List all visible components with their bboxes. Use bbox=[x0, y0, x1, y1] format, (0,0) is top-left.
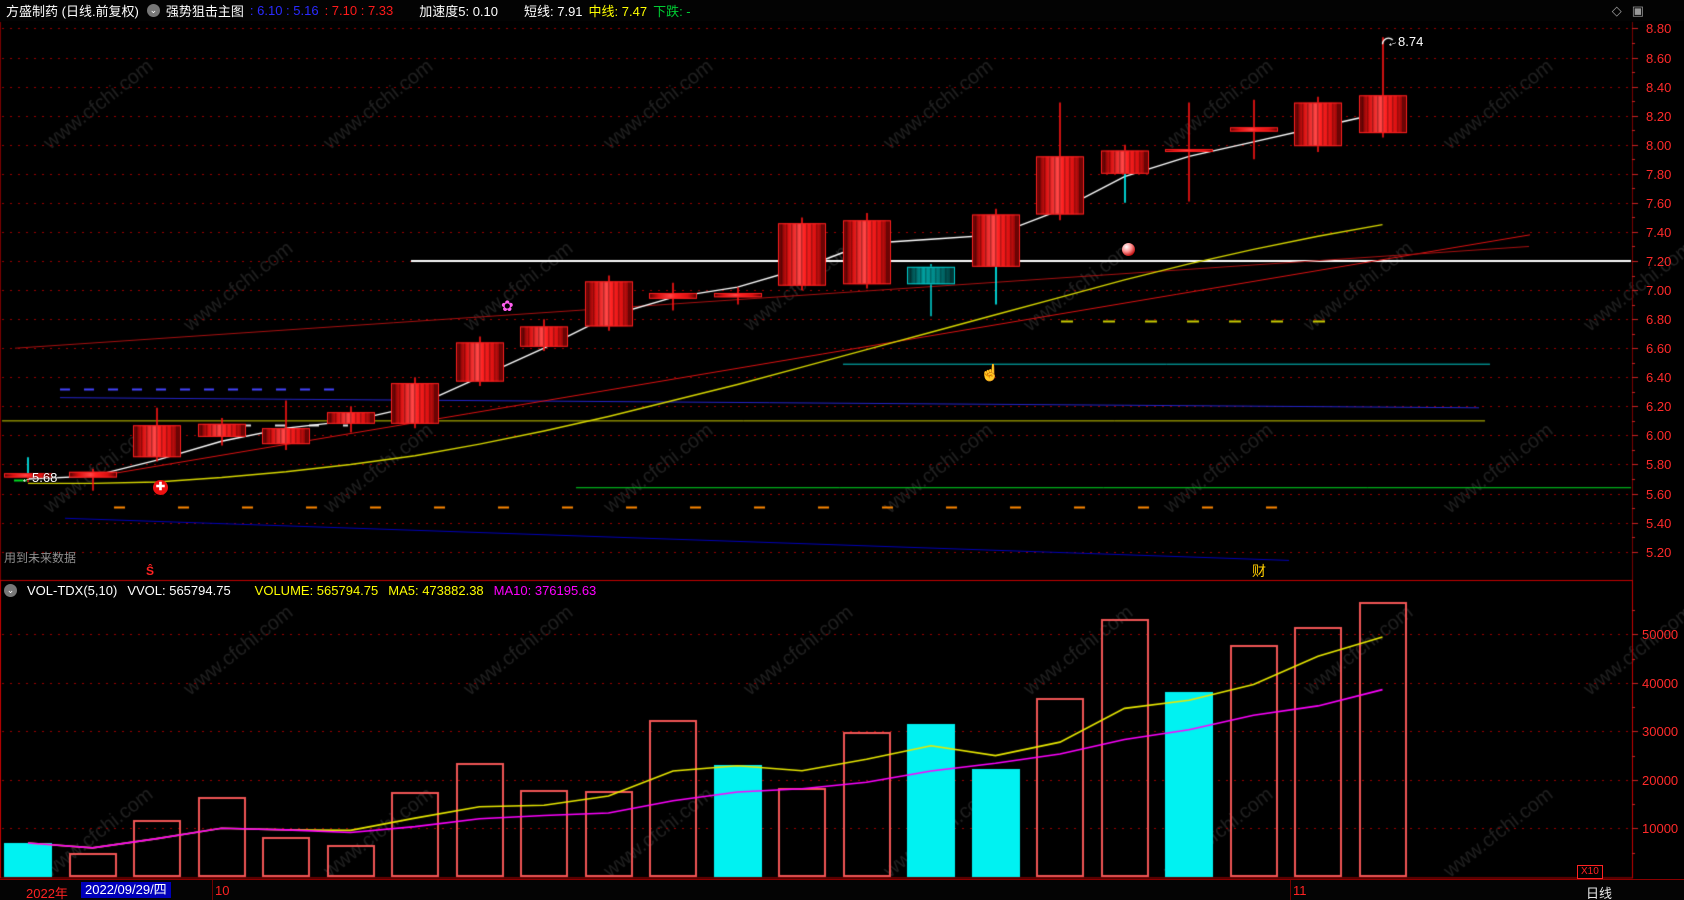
panel-layout-icon[interactable]: ▣ bbox=[1632, 3, 1644, 19]
high-annotation: ←8.74 bbox=[1384, 33, 1424, 51]
future-data-notice: 用到未来数据 bbox=[4, 551, 77, 565]
price-tick-label: 8.40 bbox=[1646, 79, 1672, 95]
app-window: 方盛制药 (日线.前复权) ⌄ 强势狙击主图 : 6.10 : 5.16 : 7… bbox=[0, 0, 1684, 900]
midline-value: 中线: 7.47 bbox=[588, 4, 648, 19]
volume-value: VOLUME: 565794.75 bbox=[254, 583, 379, 598]
diamond-icon[interactable]: ◇ bbox=[1612, 3, 1622, 19]
month-label: 11 bbox=[1293, 883, 1307, 898]
price-tick-label: 8.80 bbox=[1646, 21, 1672, 37]
price-tick-label: 5.40 bbox=[1646, 515, 1672, 531]
cursor-date-chip[interactable]: 2022/09/29/四 bbox=[81, 882, 171, 898]
month-label: 10 bbox=[215, 883, 230, 898]
volume-tick-label: 10000 bbox=[1642, 821, 1679, 837]
volume-tick-label: 50000 bbox=[1642, 627, 1679, 643]
year-label: 2022年 bbox=[26, 886, 68, 900]
price-tick-label: 5.20 bbox=[1646, 544, 1672, 560]
price-tick-label: 6.40 bbox=[1646, 370, 1672, 386]
price-tick-label: 6.60 bbox=[1646, 341, 1672, 357]
price-tick-label: 6.00 bbox=[1646, 428, 1672, 444]
flower-marker: ✿ bbox=[501, 298, 514, 316]
accel-value: 加速度5: 0.10 bbox=[419, 4, 499, 19]
price-tick-label: 5.60 bbox=[1646, 486, 1672, 502]
price-tick-label: 6.80 bbox=[1646, 312, 1672, 328]
period-label[interactable]: 日线 bbox=[1586, 883, 1612, 900]
price-tick-label: 7.20 bbox=[1646, 254, 1672, 269]
price-tick-label: 8.00 bbox=[1646, 137, 1672, 153]
indicator-values-blue: : 6.10 : 5.16 bbox=[249, 3, 319, 18]
price-tick-label: 6.20 bbox=[1646, 399, 1672, 415]
title-bar: 方盛制药 (日线.前复权) ⌄ 强势狙击主图 : 6.10 : 5.16 : 7… bbox=[0, 0, 1684, 21]
indicator-name: 强势狙击主图 bbox=[165, 4, 244, 19]
volume-tick-label: 20000 bbox=[1642, 772, 1679, 788]
indicator-values-red: : 7.10 : 7.33 bbox=[324, 3, 394, 18]
low-annotation: ←5.68 bbox=[18, 469, 58, 487]
stock-title: 方盛制药 (日线.前复权) bbox=[6, 4, 139, 19]
price-tick-label: 7.60 bbox=[1646, 195, 1672, 211]
time-axis-bar: 2022年 2022/09/29/四 日线 10 11 bbox=[0, 879, 1684, 900]
volume-tick-label: 40000 bbox=[1642, 675, 1679, 691]
volume-indicator-name: VOL-TDX(5,10) bbox=[27, 583, 118, 598]
price-tick-label: 5.80 bbox=[1646, 457, 1672, 473]
cai-label: 财 bbox=[1252, 563, 1266, 579]
month-tick bbox=[1290, 880, 1291, 900]
title-bar-actions: ◇ ▣ bbox=[1612, 0, 1644, 21]
sell-signal-marker: Ŝ bbox=[146, 564, 155, 578]
price-tick-label: 7.40 bbox=[1646, 224, 1672, 240]
volume-collapse-icon[interactable]: ⌄ bbox=[4, 584, 17, 597]
month-tick bbox=[212, 880, 213, 900]
downline-value: 下跌: - bbox=[653, 4, 691, 19]
volume-tick-label: 30000 bbox=[1642, 724, 1679, 740]
hand-marker: ☝ bbox=[980, 365, 1000, 383]
shortline-value: 短线: 7.91 bbox=[524, 4, 583, 19]
price-tick-label: 7.80 bbox=[1646, 166, 1672, 182]
medical-cross-marker: ✚ bbox=[153, 479, 168, 495]
ma10-value: MA10: 376195.63 bbox=[493, 583, 597, 598]
price-tick-label: 7.00 bbox=[1646, 283, 1672, 299]
stock-chart-canvas[interactable] bbox=[0, 0, 1684, 900]
indicator-collapse-icon[interactable]: ⌄ bbox=[146, 4, 160, 17]
ma5-value: MA5: 473882.38 bbox=[388, 583, 484, 598]
volume-pane-header: ⌄ VOL-TDX(5,10) VVOL: 565794.75 VOLUME: … bbox=[4, 583, 596, 598]
price-tick-label: 8.60 bbox=[1646, 50, 1672, 66]
volume-unit-badge: X10 bbox=[1577, 865, 1603, 879]
vvol-value: VVOL: 565794.75 bbox=[127, 583, 231, 598]
price-tick-label: 8.20 bbox=[1646, 108, 1672, 124]
